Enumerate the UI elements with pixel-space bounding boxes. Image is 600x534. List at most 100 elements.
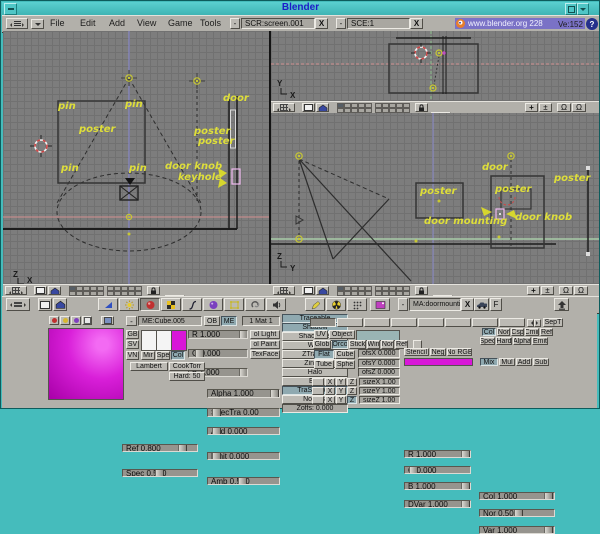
sizey-field[interactable]: sizeY 1.00 — [359, 387, 400, 395]
layer-buttons[interactable] — [69, 286, 104, 296]
amb-slider[interactable]: Amb 0.500 — [207, 477, 280, 485]
dvar-slider[interactable]: DVar 1.000 — [404, 500, 471, 508]
ref-slider[interactable]: Ref 0.800 — [122, 444, 198, 452]
hsv-mode-button[interactable]: SV — [126, 340, 139, 349]
radiosity-buttons-tab[interactable] — [326, 298, 346, 311]
varfac-slider[interactable]: Var 1.000 — [479, 526, 555, 534]
hardness-field[interactable]: Hard: 50 — [169, 372, 205, 381]
mapto-csp-button[interactable]: Csp — [511, 328, 524, 336]
slot-prev-button[interactable] — [527, 319, 534, 327]
norfac-slider[interactable]: Nor 0.500 — [479, 509, 555, 517]
fake-user-button[interactable]: F — [490, 298, 502, 311]
spec-slider[interactable]: Spec 0.500 — [122, 469, 198, 477]
screen-browse-button[interactable]: - — [230, 18, 240, 29]
texture-slot-5[interactable] — [418, 318, 444, 327]
texture-buttons-tab[interactable] — [161, 298, 181, 311]
scene-name-field[interactable]: SCE:1 — [347, 18, 410, 29]
spec-color-swatch[interactable] — [156, 330, 172, 351]
scene-browse-button[interactable]: - — [336, 18, 346, 29]
mapto-ref-button[interactable]: Ref — [540, 328, 553, 336]
stick-button[interactable]: Stick — [349, 340, 366, 349]
mapto-col-button[interactable]: Col — [482, 328, 496, 336]
neg-button[interactable]: Neg — [430, 348, 446, 356]
material-delete-button[interactable]: X — [461, 298, 474, 311]
col-button[interactable]: Col — [171, 351, 185, 360]
norgb-button[interactable]: No RGB — [447, 348, 472, 356]
fullscreen-button[interactable] — [34, 286, 47, 295]
orco-button[interactable]: Orco — [332, 340, 348, 349]
animation-buttons-tab[interactable] — [182, 298, 202, 311]
texture-slot-8[interactable] — [499, 318, 525, 327]
manipulator-button[interactable]: + — [527, 286, 540, 295]
tube-map-button[interactable]: Tube — [314, 360, 334, 369]
window-maximize-button[interactable] — [565, 3, 577, 15]
mapy-1[interactable]: Y — [336, 378, 346, 386]
script-buttons-tab[interactable] — [305, 298, 325, 311]
alpha-slider[interactable]: Alpha 1.000 — [207, 389, 280, 398]
help-button[interactable]: ? — [586, 18, 598, 30]
sphere-map-button[interactable]: Sphe — [335, 360, 355, 369]
layer-buttons[interactable] — [337, 286, 372, 296]
lamp-buttons-tab[interactable] — [119, 298, 139, 311]
screen-name-field[interactable]: SCR:screen.001 — [241, 18, 315, 29]
preview-cube-button[interactable] — [71, 316, 81, 325]
tex-g-slider[interactable]: G 0.000 — [404, 466, 471, 474]
texture-slot-4[interactable] — [391, 318, 417, 327]
viewport-side[interactable]: Z Y door poster poster poster door mount… — [271, 113, 599, 284]
mapto-cmir-button[interactable]: Cmir — [525, 328, 539, 336]
screen-delete-button[interactable]: X — [315, 18, 328, 29]
menu-edit[interactable]: Edit — [80, 17, 96, 30]
viewport-type-button[interactable] — [273, 286, 295, 295]
layer-buttons[interactable] — [375, 286, 410, 296]
constraint-buttons-tab[interactable] — [245, 298, 265, 311]
plusminus-button[interactable]: ± — [539, 103, 552, 112]
texture-slot-1[interactable] — [310, 318, 336, 327]
window-minimize-button[interactable] — [4, 3, 17, 15]
mirror-color-swatch[interactable] — [141, 330, 157, 351]
tex-b-slider[interactable]: B 1.000 — [404, 482, 471, 490]
material-browse-button[interactable]: - — [398, 298, 408, 311]
layer-buttons[interactable] — [107, 286, 142, 296]
texture-slot-2[interactable] — [337, 318, 363, 327]
cube-map-button[interactable]: Cube — [335, 350, 355, 359]
halo-toggle[interactable]: Halo — [282, 368, 348, 377]
world-buttons-tab[interactable] — [203, 298, 223, 311]
preview-light-button[interactable] — [82, 316, 92, 325]
colfac-slider[interactable]: Col 1.000 — [479, 492, 555, 500]
flat-map-button[interactable]: Flat — [314, 350, 334, 359]
blend-sub-button[interactable]: Sub — [533, 358, 549, 366]
glob-button[interactable]: Glob — [313, 340, 331, 349]
mapto-emit-button[interactable]: Emit — [532, 337, 548, 345]
preview-options-button[interactable] — [101, 316, 114, 325]
title-bar[interactable]: Blender — [2, 2, 599, 16]
viewport-front[interactable]: Z X pin pin door poster poster poster pi… — [3, 31, 269, 284]
window-type-button[interactable] — [6, 18, 28, 29]
mapto-nor-button[interactable]: Nor — [497, 328, 510, 336]
diffuse-shader-dropdown[interactable]: Lambert — [130, 362, 168, 371]
edit-buttons-tab[interactable] — [224, 298, 244, 311]
texface-button[interactable]: TexFace — [250, 350, 280, 359]
menu-file[interactable]: File — [50, 17, 65, 30]
texture-slot-3[interactable] — [364, 318, 390, 327]
ofsy-field[interactable]: ofsY 0.000 — [358, 359, 400, 368]
spe-button[interactable]: Spe — [156, 351, 170, 360]
home-view-button[interactable] — [48, 286, 61, 295]
color-g-slider[interactable]: G 0.000 — [188, 349, 248, 358]
auto-name-button[interactable] — [474, 298, 489, 311]
mapx-1[interactable]: X — [325, 378, 335, 386]
window-shade-button[interactable] — [577, 3, 589, 15]
mapy-3[interactable]: Y — [336, 396, 346, 404]
mapz-2[interactable]: Z — [347, 387, 357, 395]
sizex-field[interactable]: sizeX 1.00 — [359, 378, 400, 386]
septex-button[interactable]: SepT — [543, 318, 563, 327]
mapz-1[interactable]: Z — [347, 378, 357, 386]
image-buttons-tab[interactable] — [370, 298, 390, 311]
mir-button[interactable]: Mir — [141, 351, 155, 360]
slot-next-button[interactable] — [534, 319, 541, 327]
menu-game[interactable]: Game — [168, 17, 193, 30]
add-slider[interactable]: Add 0.000 — [207, 427, 280, 435]
mapx-3[interactable]: X — [325, 396, 335, 404]
vcol-paint-button[interactable]: ol Paint — [250, 340, 280, 349]
fullscreen-button[interactable] — [302, 286, 315, 295]
ofsz-field[interactable]: ofsZ 0.000 — [358, 368, 400, 377]
